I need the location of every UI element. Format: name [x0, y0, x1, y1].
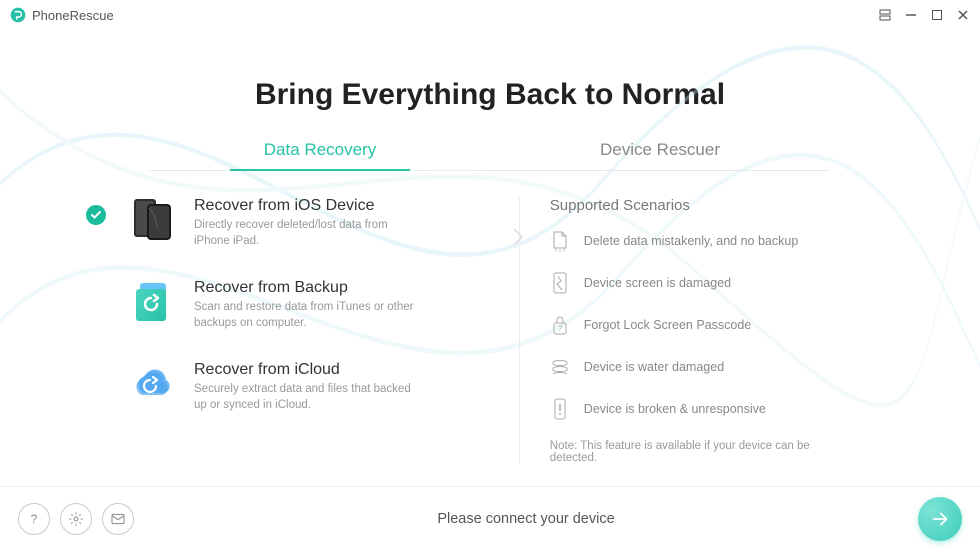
- settings-button[interactable]: [60, 503, 92, 535]
- tab-device-rescuer[interactable]: Device Rescuer: [490, 134, 830, 170]
- water-damage-icon: [550, 356, 570, 378]
- option-title: Recover from iOS Device: [194, 197, 414, 215]
- supported-scenarios: Supported Scenarios Delete data mistaken…: [519, 197, 850, 464]
- scenario-text: Device is water damaged: [584, 360, 724, 374]
- status-text: Please connect your device: [134, 511, 918, 527]
- next-button[interactable]: [918, 497, 962, 541]
- backup-icon: [130, 279, 176, 325]
- arrow-right-icon: [929, 508, 951, 530]
- svg-text:?: ?: [31, 512, 38, 526]
- mail-icon: [110, 511, 126, 527]
- app-logo-icon: [10, 7, 26, 23]
- option-desc: Directly recover deleted/lost data from …: [194, 218, 414, 249]
- window-controls: [878, 8, 970, 22]
- page-title: Bring Everything Back to Normal: [0, 78, 980, 112]
- tab-data-recovery[interactable]: Data Recovery: [150, 134, 490, 170]
- scenarios-title: Supported Scenarios: [550, 197, 850, 214]
- footer: ? Please connect your device: [0, 486, 980, 550]
- window-menu-button[interactable]: [878, 8, 892, 22]
- scenario-item: Delete data mistakenly, and no backup: [550, 230, 850, 252]
- option-recover-ios-device[interactable]: Recover from iOS Device Directly recover…: [130, 197, 499, 249]
- option-title: Recover from iCloud: [194, 361, 414, 379]
- scenario-item: Device is broken & unresponsive: [550, 398, 850, 420]
- broken-screen-icon: [550, 272, 570, 294]
- recovery-options: Recover from iOS Device Directly recover…: [130, 197, 519, 464]
- tabs: Data Recovery Device Rescuer: [150, 134, 830, 171]
- maximize-button[interactable]: [930, 8, 944, 22]
- file-delete-icon: [550, 230, 570, 252]
- scenario-text: Device is broken & unresponsive: [584, 402, 766, 416]
- option-recover-icloud[interactable]: Recover from iCloud Securely extract dat…: [130, 361, 499, 413]
- minimize-button[interactable]: [904, 8, 918, 22]
- option-desc: Securely extract data and files that bac…: [194, 382, 414, 413]
- scenario-text: Forgot Lock Screen Passcode: [584, 318, 751, 332]
- check-icon: [86, 205, 106, 225]
- svg-text:?: ?: [558, 324, 563, 333]
- brand: PhoneRescue: [10, 7, 114, 23]
- scenarios-note: Note: This feature is available if your …: [550, 440, 850, 464]
- close-button[interactable]: [956, 8, 970, 22]
- scenario-text: Device screen is damaged: [584, 276, 731, 290]
- scenario-item: Device screen is damaged: [550, 272, 850, 294]
- scenario-item: Device is water damaged: [550, 356, 850, 378]
- ios-device-icon: [130, 197, 176, 243]
- app-name: PhoneRescue: [32, 8, 114, 23]
- icloud-icon: [130, 361, 176, 407]
- option-desc: Scan and restore data from iTunes or oth…: [194, 300, 414, 331]
- titlebar: PhoneRescue: [0, 0, 980, 30]
- gear-icon: [68, 511, 84, 527]
- option-title: Recover from Backup: [194, 279, 414, 297]
- lock-icon: ?: [550, 314, 570, 336]
- feedback-button[interactable]: [102, 503, 134, 535]
- scenario-item: ? Forgot Lock Screen Passcode: [550, 314, 850, 336]
- help-button[interactable]: ?: [18, 503, 50, 535]
- alert-device-icon: [550, 398, 570, 420]
- chevron-right-icon: [512, 227, 524, 252]
- option-recover-backup[interactable]: Recover from Backup Scan and restore dat…: [130, 279, 499, 331]
- scenario-text: Delete data mistakenly, and no backup: [584, 234, 798, 248]
